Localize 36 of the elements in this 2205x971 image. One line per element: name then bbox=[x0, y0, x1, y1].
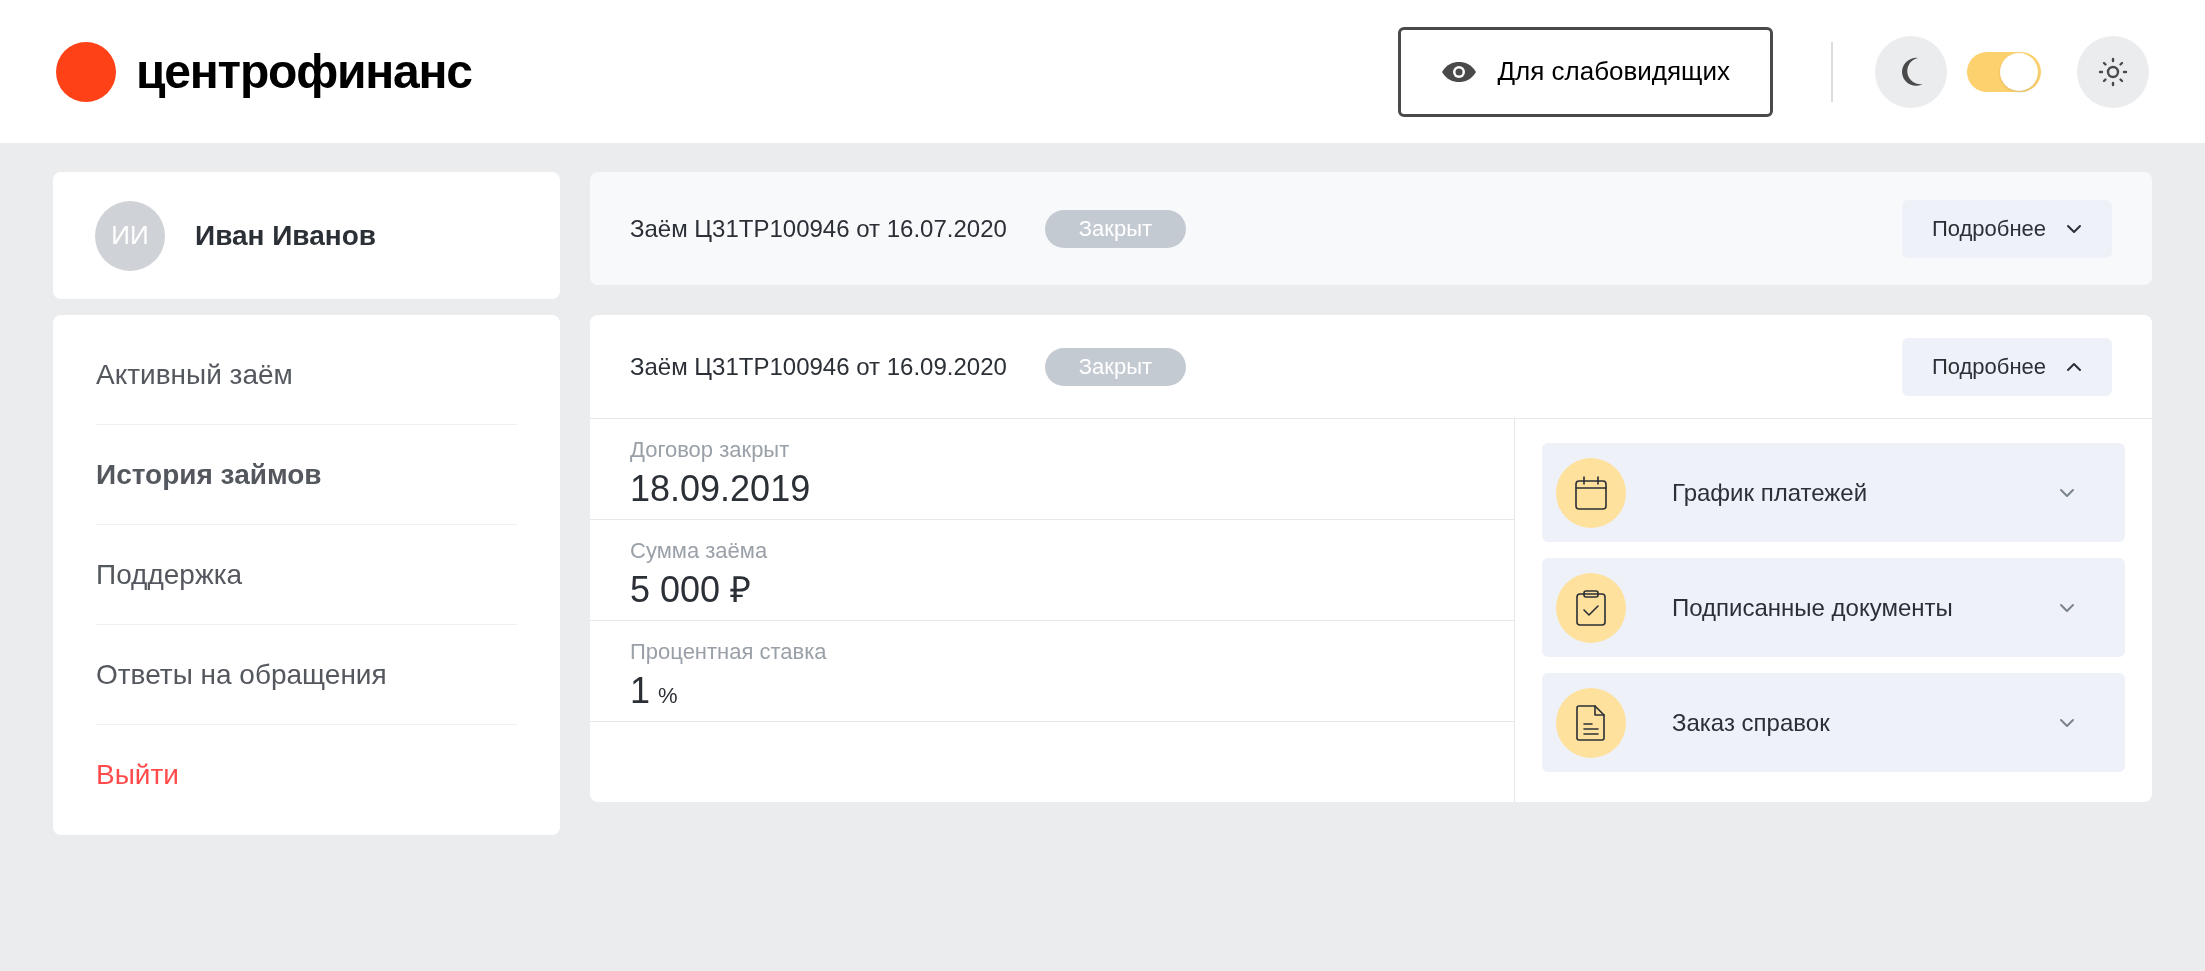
document-label: График платежей bbox=[1672, 477, 1868, 508]
logo[interactable]: центрофинанс bbox=[136, 35, 472, 108]
details-button[interactable]: Подробнее bbox=[1901, 199, 2112, 258]
chevron-down-icon bbox=[2066, 223, 2082, 234]
chevron-up-icon bbox=[2066, 361, 2082, 372]
eye-icon bbox=[1441, 60, 1478, 83]
clipboard-check-icon bbox=[1575, 588, 1607, 627]
detail-label: Сумма заёма bbox=[630, 537, 769, 565]
sun-icon bbox=[2098, 56, 2128, 87]
nav-link[interactable]: Ответы на обращения bbox=[96, 653, 387, 696]
document-icon bbox=[1575, 703, 1607, 742]
chevron-down-icon bbox=[2059, 487, 2075, 498]
loan-title: Заём Ц31ТР100946 от 16.07.2020 bbox=[630, 213, 1007, 244]
detail-label: Договор закрыт bbox=[630, 436, 791, 464]
chevron-down-icon bbox=[2059, 717, 2075, 728]
detail-value: 18.09.2019 bbox=[630, 467, 812, 511]
accessibility-button[interactable]: Для слабовидящих bbox=[1398, 26, 1773, 117]
document-label: Подписанные документы bbox=[1672, 592, 1953, 623]
status-badge: Закрыт bbox=[1044, 209, 1187, 248]
user-name: Иван Иванов bbox=[195, 218, 376, 253]
calendar-icon bbox=[1574, 474, 1608, 511]
status-badge: Закрыт bbox=[1044, 347, 1187, 386]
detail-value: 5 000 ₽ bbox=[630, 568, 753, 612]
theme-toggle[interactable] bbox=[1967, 51, 2041, 92]
details-button[interactable]: Подробнее bbox=[1901, 337, 2112, 396]
document-label: Заказ справок bbox=[1672, 707, 1830, 738]
nav-link[interactable]: История займов bbox=[96, 453, 322, 496]
document-row[interactable]: График платежей bbox=[1542, 443, 2125, 542]
document-row[interactable]: Заказ справок bbox=[1542, 673, 2125, 772]
loan-title: Заём Ц31ТР100946 от 16.09.2020 bbox=[630, 351, 1007, 382]
detail-value: 1 % bbox=[630, 669, 679, 713]
nav-link[interactable]: Активный заём bbox=[96, 353, 293, 396]
detail-label: Процентная ставка bbox=[630, 638, 828, 666]
nav-link[interactable]: Поддержка bbox=[96, 553, 243, 596]
chevron-down-icon bbox=[2059, 602, 2075, 613]
document-row[interactable]: Подписанные документы bbox=[1542, 558, 2125, 657]
